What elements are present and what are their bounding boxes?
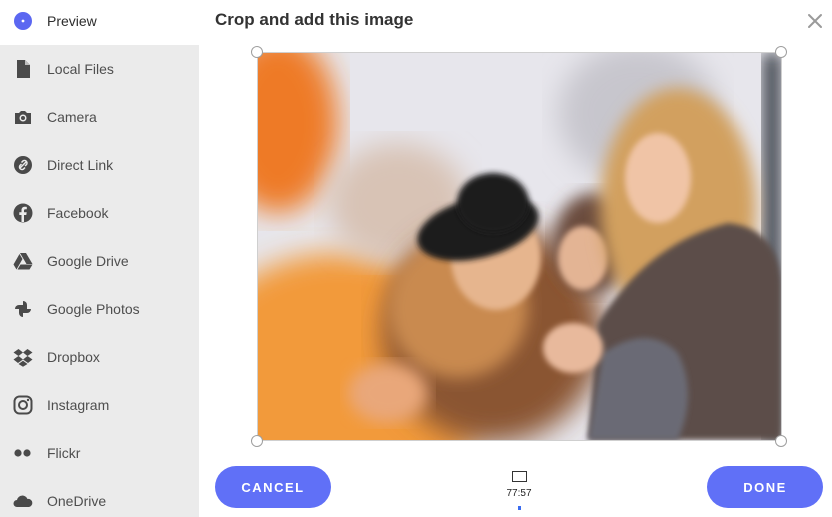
sidebar-item-google-drive[interactable]: Google Drive (0, 237, 199, 285)
dialog-title: Crop and add this image (215, 10, 414, 29)
file-icon (12, 58, 34, 80)
sidebar-item-label: Instagram (47, 397, 110, 413)
instagram-icon (12, 394, 34, 416)
dropbox-icon (12, 346, 34, 368)
sidebar-item-label: Local Files (47, 61, 114, 77)
google-photos-icon (12, 298, 34, 320)
sidebar-item-instagram[interactable]: Instagram (0, 381, 199, 429)
camera-icon (12, 106, 34, 128)
sidebar-item-label: Dropbox (47, 349, 100, 365)
crop-handle-bottom-left[interactable] (251, 435, 263, 447)
sidebar-item-camera[interactable]: Camera (0, 93, 199, 141)
sidebar-item-label: Camera (47, 109, 97, 125)
sidebar-item-onedrive[interactable]: OneDrive (0, 477, 199, 517)
crop-handle-top-left[interactable] (251, 46, 263, 58)
sidebar-item-preview[interactable]: Preview (0, 0, 199, 45)
preview-icon (12, 10, 34, 32)
sidebar-item-label: Flickr (47, 445, 81, 461)
aspect-ratio-icon (511, 471, 527, 482)
onedrive-icon (12, 490, 34, 512)
photo-illustration (258, 53, 781, 440)
link-icon (12, 154, 34, 176)
sidebar-item-direct-link[interactable]: Direct Link (0, 141, 199, 189)
aspect-ratio-selected-indicator (517, 506, 521, 510)
sidebar-item-label: Google Photos (47, 301, 140, 317)
done-button[interactable]: DONE (707, 466, 823, 508)
sidebar-item-facebook[interactable]: Facebook (0, 189, 199, 237)
sidebar-item-label: Direct Link (47, 157, 114, 173)
sidebar-item-label: Preview (47, 13, 97, 29)
flickr-icon (12, 442, 34, 464)
crop-handle-bottom-right[interactable] (775, 435, 787, 447)
close-icon[interactable] (806, 12, 824, 30)
sidebar-item-label: Google Drive (47, 253, 129, 269)
sidebar-item-flickr[interactable]: Flickr (0, 429, 199, 477)
sidebar-item-google-photos[interactable]: Google Photos (0, 285, 199, 333)
cancel-button[interactable]: CANCEL (215, 466, 331, 508)
sidebar-item-local-files[interactable]: Local Files (0, 45, 199, 93)
source-sidebar: Preview Local Files Camera Direct Link F… (0, 0, 199, 517)
aspect-ratio-option[interactable]: 77:57 (500, 468, 538, 514)
sidebar-item-label: Facebook (47, 205, 109, 221)
sidebar-item-label: OneDrive (47, 493, 107, 509)
preview-image (258, 53, 781, 440)
crop-handle-top-right[interactable] (775, 46, 787, 58)
sidebar-item-dropbox[interactable]: Dropbox (0, 333, 199, 381)
facebook-icon (12, 202, 34, 224)
google-drive-icon (12, 250, 34, 272)
aspect-ratio-label: 77:57 (506, 488, 532, 499)
